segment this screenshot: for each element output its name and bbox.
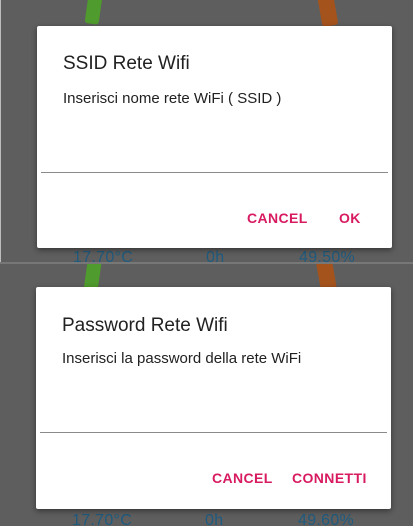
ssid-input[interactable] bbox=[41, 150, 388, 173]
cancel-button[interactable]: CANCEL bbox=[212, 470, 273, 486]
hours-reading: 0h bbox=[206, 249, 225, 263]
dialog-message: Inserisci la password della rete WiFi bbox=[62, 350, 302, 367]
hours-reading: 0h bbox=[205, 512, 224, 526]
humidity-reading: 49.60% bbox=[298, 512, 355, 526]
gauge-arc-green bbox=[84, 0, 104, 25]
temperature-reading: 17.70°C bbox=[73, 249, 134, 263]
cancel-button[interactable]: CANCEL bbox=[247, 210, 308, 226]
temperature-reading: 17.70°C bbox=[72, 512, 133, 526]
dialog-message: Inserisci nome rete WiFi ( SSID ) bbox=[63, 90, 282, 107]
gauge-arc-orange bbox=[315, 0, 339, 28]
humidity-reading: 49.50% bbox=[299, 249, 356, 263]
sensor-readings: 17.70°C 0h 49.60% bbox=[0, 512, 413, 526]
screen-divider bbox=[0, 262, 413, 264]
password-screen: 17.70°C 0h 49.60% Password Rete Wifi Ins… bbox=[0, 263, 413, 526]
dialog-title: Password Rete Wifi bbox=[62, 315, 228, 336]
dialog-title: SSID Rete Wifi bbox=[63, 53, 190, 74]
sensor-readings: 17.70°C 0h 49.50% bbox=[1, 249, 413, 263]
ssid-dialog: SSID Rete Wifi Inserisci nome rete WiFi … bbox=[37, 26, 392, 248]
password-input[interactable] bbox=[40, 410, 387, 433]
ok-button[interactable]: OK bbox=[339, 210, 361, 226]
password-dialog: Password Rete Wifi Inserisci la password… bbox=[36, 287, 391, 509]
ssid-screen: 17.70°C 0h 49.50% SSID Rete Wifi Inseris… bbox=[0, 0, 413, 263]
connect-button[interactable]: CONNETTI bbox=[292, 470, 367, 486]
